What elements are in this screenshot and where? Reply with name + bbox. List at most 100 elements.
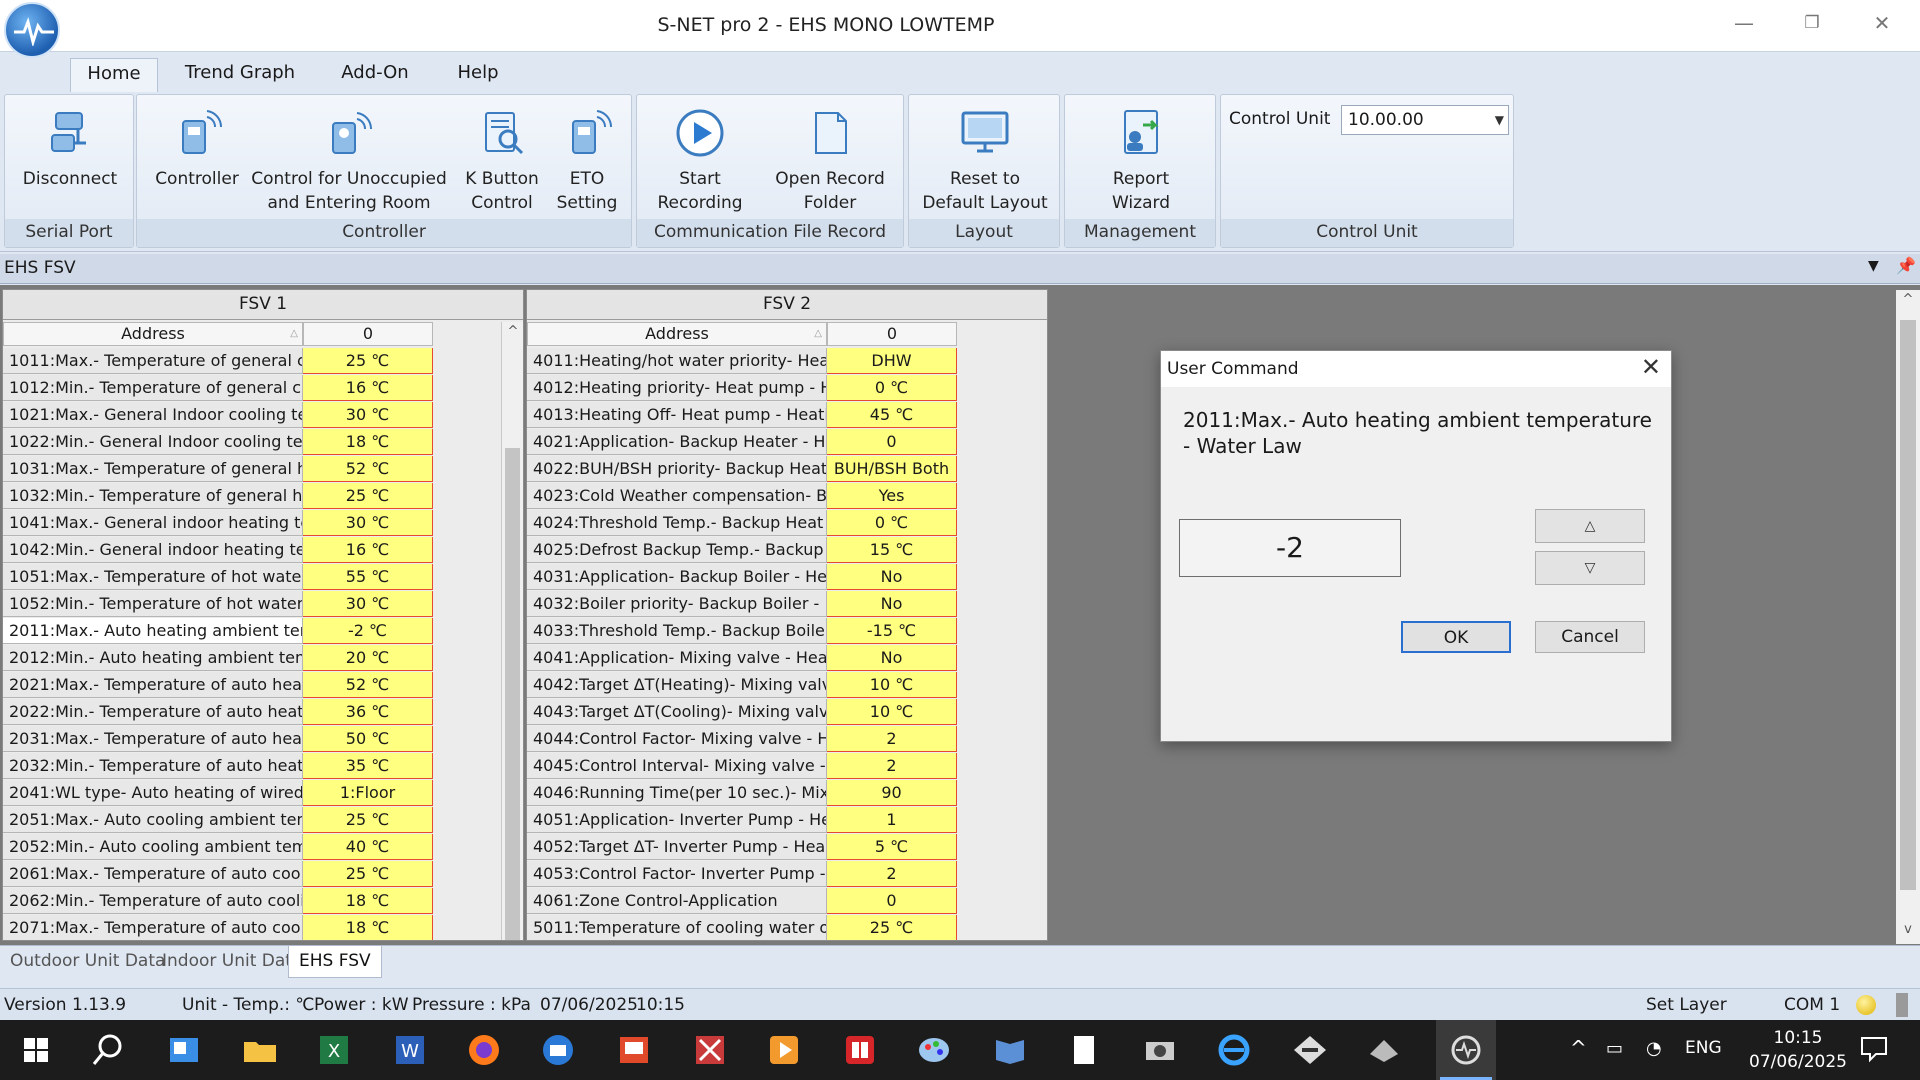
scroll-down-icon[interactable]: v [1896, 922, 1920, 937]
tab-add-on[interactable]: Add-On [330, 58, 420, 92]
address-cell[interactable]: 1011:Max.- Temperature of general c [3, 348, 303, 374]
address-cell[interactable]: 2041:WL type- Auto heating of wired [3, 780, 303, 806]
address-cell[interactable]: 2061:Max.- Temperature of auto cooli [3, 861, 303, 887]
value-cell[interactable]: 50 ℃ [303, 726, 433, 752]
address-cell[interactable]: 2031:Max.- Temperature of auto heat [3, 726, 303, 752]
address-cell[interactable]: 4042:Target ΔT(Heating)- Mixing valv [527, 672, 827, 698]
value-cell[interactable]: 0 ℃ [827, 375, 957, 401]
reader-app-icon[interactable] [838, 1028, 882, 1072]
value-cell[interactable]: 0 ℃ [827, 510, 957, 536]
open-record-folder-button[interactable]: Open Record Folder [759, 107, 901, 215]
search-icon[interactable] [86, 1028, 130, 1072]
outlook-icon[interactable] [162, 1028, 206, 1072]
value-cell[interactable]: 25 ℃ [303, 348, 433, 374]
report-wizard-button[interactable]: Report Wizard [1065, 107, 1217, 215]
value-cell[interactable]: No [827, 564, 957, 590]
value-cell[interactable]: 2 [827, 861, 957, 887]
windows-start-icon[interactable] [14, 1028, 58, 1072]
address-cell[interactable]: 4053:Control Factor- Inverter Pump - [527, 861, 827, 887]
thunderbird-icon[interactable] [536, 1028, 580, 1072]
presentation-app-icon[interactable] [612, 1028, 656, 1072]
value-cell[interactable]: 35 ℃ [303, 753, 433, 779]
media-player-icon[interactable] [762, 1028, 806, 1072]
value-cell[interactable]: 5 ℃ [827, 834, 957, 860]
dialog-value-input[interactable]: -2 [1179, 519, 1401, 577]
minimize-button[interactable]: — [1714, 6, 1774, 40]
main-scroll-thumb[interactable] [1900, 320, 1916, 890]
address-cell[interactable]: 4052:Target ΔT- Inverter Pump - Hea [527, 834, 827, 860]
value-cell[interactable]: DHW [827, 348, 957, 374]
value-cell[interactable]: -15 ℃ [827, 618, 957, 644]
address-cell[interactable]: 4021:Application- Backup Heater - H [527, 429, 827, 455]
value-cell[interactable]: 40 ℃ [303, 834, 433, 860]
address-cell[interactable]: 4061:Zone Control-Application [527, 888, 827, 914]
fsv1-value-header[interactable]: 0 [303, 322, 433, 346]
value-cell[interactable]: 2 [827, 726, 957, 752]
value-cell[interactable]: 25 ℃ [303, 861, 433, 887]
ok-button[interactable]: OK [1401, 621, 1511, 653]
value-cell[interactable]: 18 ℃ [303, 915, 433, 940]
address-cell[interactable]: 4022:BUH/BSH priority- Backup Heat [527, 456, 827, 482]
pin-icon[interactable]: 📌 [1896, 256, 1916, 275]
value-cell[interactable]: 0 [827, 888, 957, 914]
word-icon[interactable]: W [388, 1028, 432, 1072]
address-cell[interactable]: 4012:Heating priority- Heat pump - H [527, 375, 827, 401]
book-app-icon[interactable] [988, 1028, 1032, 1072]
controller-button[interactable]: Controller [143, 107, 251, 191]
value-cell[interactable]: 10 ℃ [827, 672, 957, 698]
eto-setting-button[interactable]: ETO Setting [547, 107, 627, 215]
app-logo-icon[interactable] [4, 2, 60, 58]
value-cell[interactable]: 1:Floor [303, 780, 433, 806]
address-cell[interactable]: 4025:Defrost Backup Temp.- Backup [527, 537, 827, 563]
value-cell[interactable]: 10 ℃ [827, 699, 957, 725]
decrement-button[interactable]: ▽ [1535, 551, 1645, 585]
tray-clock[interactable]: 10:15 07/06/2025 [1738, 1026, 1858, 1074]
value-cell[interactable]: 25 ℃ [303, 483, 433, 509]
control-unit-select[interactable]: 10.00.00 ▼ [1341, 105, 1509, 135]
value-cell[interactable]: 18 ℃ [303, 429, 433, 455]
scroll-up-icon[interactable]: ^ [502, 324, 523, 339]
address-cell[interactable]: 4033:Threshold Temp.- Backup Boile [527, 618, 827, 644]
connection-app-icon[interactable] [1288, 1028, 1332, 1072]
paint-app-icon[interactable] [912, 1028, 956, 1072]
address-cell[interactable]: 2052:Min.- Auto cooling ambient tem [3, 834, 303, 860]
reset-layout-button[interactable]: Reset to Default Layout [909, 107, 1061, 215]
firefox-icon[interactable] [462, 1028, 506, 1072]
value-cell[interactable]: 52 ℃ [303, 672, 433, 698]
address-cell[interactable]: 1021:Max.- General Indoor cooling te [3, 402, 303, 428]
tab-trend-graph[interactable]: Trend Graph [180, 58, 300, 92]
address-cell[interactable]: 1012:Min.- Temperature of general c [3, 375, 303, 401]
set-layer-button[interactable]: Set Layer [1646, 995, 1727, 1015]
value-cell[interactable]: 30 ℃ [303, 402, 433, 428]
address-cell[interactable]: 4045:Control Interval- Mixing valve - [527, 753, 827, 779]
cancel-button[interactable]: Cancel [1535, 621, 1645, 653]
address-cell[interactable]: 2062:Min.- Temperature of auto cooli [3, 888, 303, 914]
increment-button[interactable]: △ [1535, 509, 1645, 543]
fsv1-address-header[interactable]: Address △ [3, 322, 303, 346]
value-cell[interactable]: No [827, 645, 957, 671]
value-cell[interactable]: 30 ℃ [303, 591, 433, 617]
value-cell[interactable]: 15 ℃ [827, 537, 957, 563]
value-cell[interactable]: 45 ℃ [827, 402, 957, 428]
fsv1-scroll-thumb[interactable] [505, 448, 520, 940]
address-cell[interactable]: 2021:Max.- Temperature of auto heat [3, 672, 303, 698]
battery-icon[interactable]: ▭ [1606, 1038, 1623, 1059]
address-cell[interactable]: 4041:Application- Mixing valve - Heat [527, 645, 827, 671]
excel-icon[interactable]: X [312, 1028, 356, 1072]
blank-document-icon[interactable] [1062, 1028, 1106, 1072]
value-cell[interactable]: No [827, 591, 957, 617]
address-cell[interactable]: 4031:Application- Backup Boiler - He [527, 564, 827, 590]
address-cell[interactable]: 4043:Target ΔT(Cooling)- Mixing valv [527, 699, 827, 725]
file-explorer-icon[interactable] [238, 1028, 282, 1072]
tab-ehs-fsv[interactable]: EHS FSV [288, 946, 382, 978]
value-cell[interactable]: 55 ℃ [303, 564, 433, 590]
address-cell[interactable]: 2012:Min.- Auto heating ambient tem [3, 645, 303, 671]
value-cell[interactable]: BUH/BSH Both [827, 456, 957, 482]
snet-pro-taskbar-button[interactable] [1436, 1020, 1496, 1080]
address-cell[interactable]: 4046:Running Time(per 10 sec.)- Mix [527, 780, 827, 806]
dialog-close-icon[interactable]: ✕ [1641, 353, 1661, 381]
value-cell[interactable]: -2 ℃ [303, 618, 433, 644]
fsv2-value-header[interactable]: 0 [827, 322, 957, 346]
notification-icon[interactable] [1858, 1034, 1890, 1064]
address-cell[interactable]: 1042:Min.- General indoor heating te [3, 537, 303, 563]
